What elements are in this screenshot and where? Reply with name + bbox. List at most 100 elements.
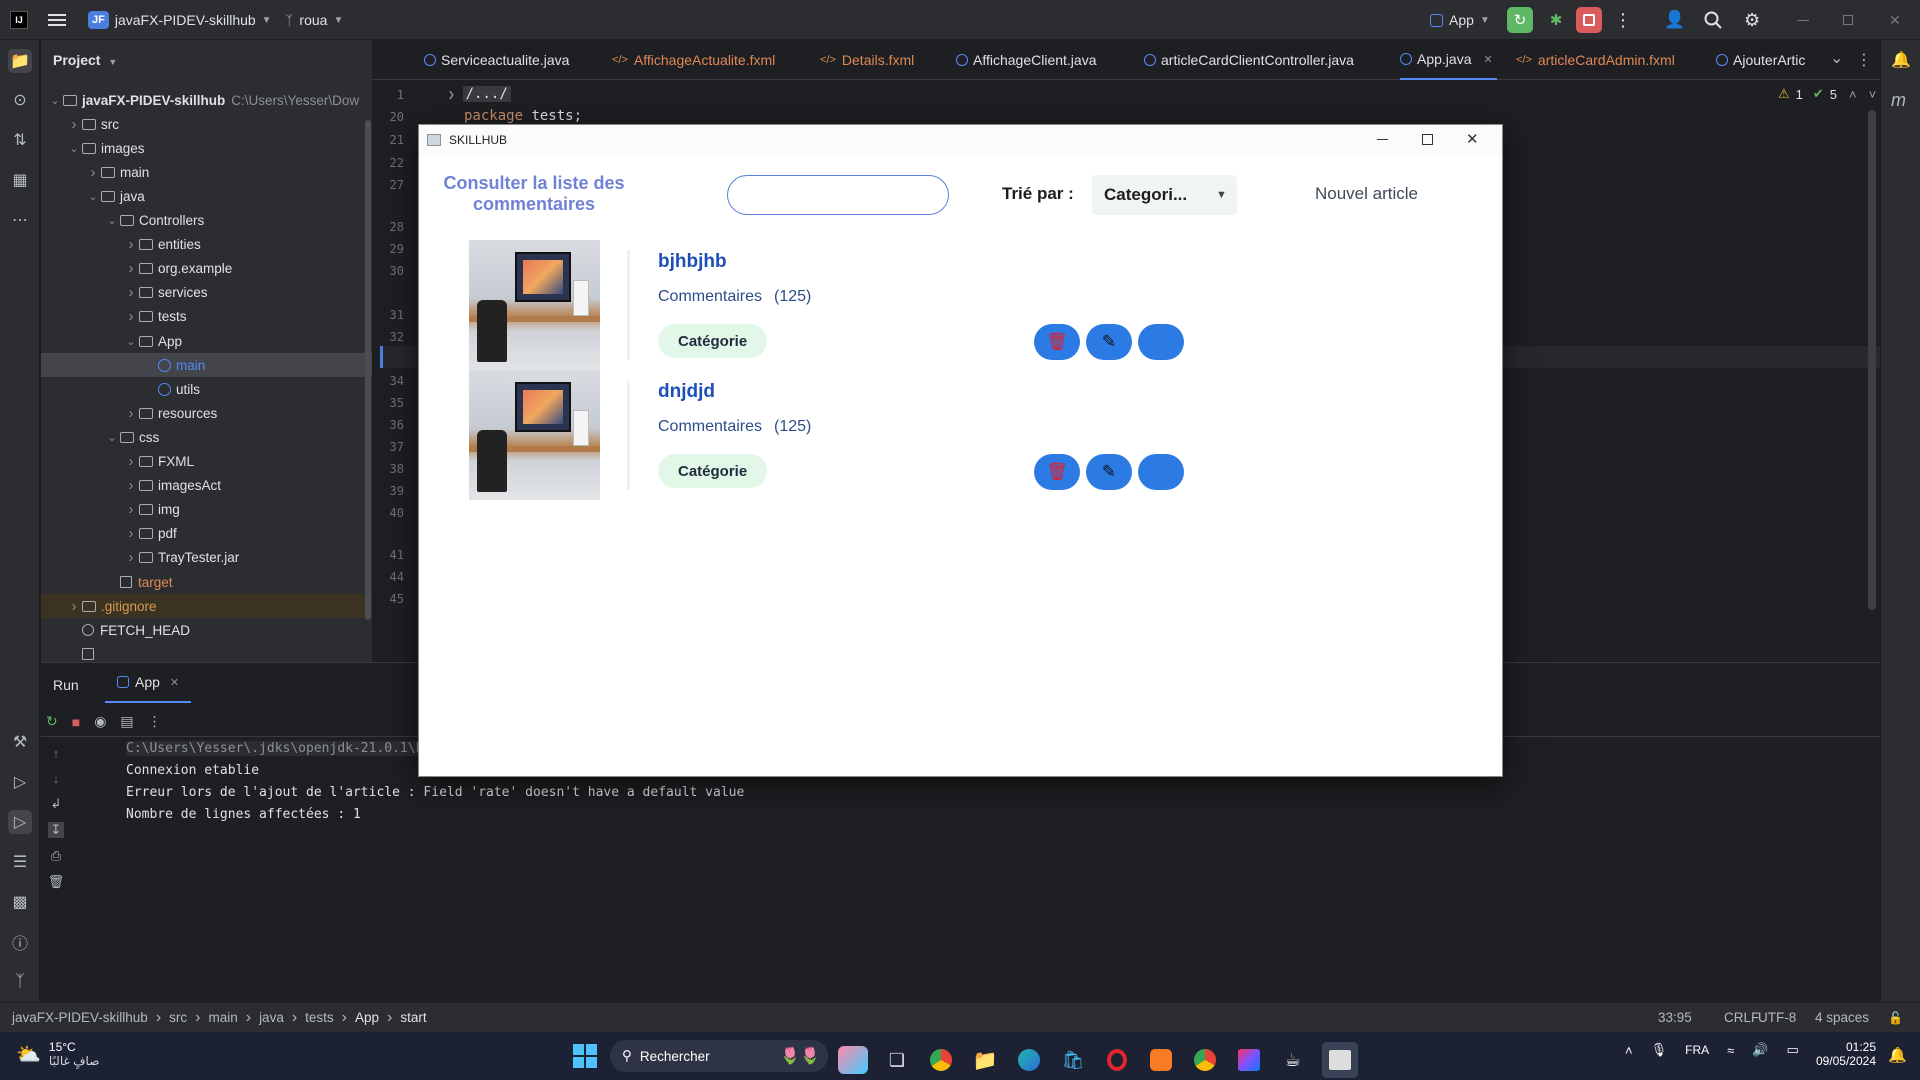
breadcrumb-item[interactable]: tests xyxy=(305,1010,334,1025)
breadcrumb-item[interactable]: java xyxy=(259,1010,284,1025)
tabs-menu-icon[interactable]: ⋮ xyxy=(1856,50,1872,70)
layers-icon[interactable]: ☰ xyxy=(8,850,32,874)
close-icon[interactable]: ✕ xyxy=(1466,130,1479,148)
article-title[interactable]: dnjdjd xyxy=(658,381,715,403)
chevron-right-icon[interactable]: › xyxy=(123,308,139,325)
more-actions-icon[interactable]: ⋮ xyxy=(1614,0,1632,40)
chevron-right-icon[interactable]: › xyxy=(123,477,139,494)
terminal-icon[interactable]: ▩ xyxy=(8,890,32,914)
line-separator[interactable]: CRLF xyxy=(1724,1010,1759,1025)
intellij-taskbar-icon[interactable] xyxy=(1234,1046,1264,1074)
close-tab-icon[interactable]: ✕ xyxy=(170,676,179,689)
tree-item[interactable]: utils xyxy=(41,377,372,401)
chrome-icon[interactable] xyxy=(926,1046,956,1074)
trash-icon[interactable]: 🗑 xyxy=(48,874,65,890)
tree-item[interactable]: › tests xyxy=(41,305,372,329)
tray-chevron-up-icon[interactable]: ˄ xyxy=(1625,1043,1633,1058)
chevron-right-icon[interactable]: › xyxy=(123,501,139,518)
editor-tab[interactable]: </> Details.fxml xyxy=(820,40,914,80)
tree-item[interactable]: › FXML xyxy=(41,450,372,474)
editor-tab[interactable]: </> articleCardAdmin.fxml xyxy=(1516,40,1675,80)
chevron-up-icon[interactable]: ˄ xyxy=(1849,87,1857,102)
scroll-up-icon[interactable]: ↑ xyxy=(53,746,60,761)
minimize-icon[interactable] xyxy=(1797,0,1809,40)
tabs-overflow-icon[interactable]: ⌄ xyxy=(1830,48,1843,68)
stop-icon[interactable]: ■ xyxy=(72,714,80,730)
search-icon[interactable] xyxy=(1704,0,1722,40)
folded-imports[interactable]: /.../ xyxy=(462,86,511,102)
tree-item[interactable]: main xyxy=(41,353,372,378)
chevron-right-icon[interactable]: › xyxy=(123,453,139,470)
chevron-right-icon[interactable]: › xyxy=(123,236,139,253)
breadcrumb-item[interactable]: javaFX-PIDEV-skillhub xyxy=(12,1010,148,1025)
run-panel-title[interactable]: Run xyxy=(53,677,79,693)
file-encoding[interactable]: UTF-8 xyxy=(1758,1010,1796,1025)
chevron-right-icon[interactable]: › xyxy=(66,598,82,615)
tree-item[interactable]: › .gitignore xyxy=(41,594,372,619)
new-article-button[interactable]: Nouvel article xyxy=(1315,184,1418,204)
camera-icon[interactable]: ◉ xyxy=(94,713,106,730)
notification-bell-icon[interactable]: 🔔 xyxy=(1888,1046,1907,1064)
comments-label[interactable]: Commentaires xyxy=(658,418,762,435)
tree-item[interactable]: ⌄ images xyxy=(41,136,372,160)
details-button[interactable] xyxy=(1138,324,1184,360)
details-button[interactable] xyxy=(1138,454,1184,490)
restore-layout-icon[interactable]: ▤ xyxy=(120,713,133,730)
wifi-icon[interactable]: ≈ xyxy=(1727,1043,1734,1058)
chrome-profile-icon[interactable] xyxy=(1190,1046,1220,1074)
editor-tab[interactable]: Serviceactualite.java xyxy=(424,40,569,80)
breadcrumb-item[interactable]: src xyxy=(169,1010,187,1025)
maximize-icon[interactable] xyxy=(1422,134,1433,145)
tree-item[interactable]: › imagesAct xyxy=(41,474,372,498)
run-app-tab[interactable]: App ✕ xyxy=(105,663,192,703)
volume-icon[interactable]: 🔊 xyxy=(1752,1042,1768,1058)
copilot-app-icon[interactable] xyxy=(838,1046,868,1074)
run-tool-icon[interactable]: ▷ xyxy=(8,810,32,834)
chevron-down-icon[interactable]: ⌄ xyxy=(85,190,101,203)
xampp-icon[interactable] xyxy=(1146,1046,1176,1074)
git-icon[interactable]: ᛉ xyxy=(8,970,32,994)
tree-item[interactable]: › entities xyxy=(41,233,372,257)
run-config-selector[interactable]: App ▼ xyxy=(1430,0,1490,40)
tree-item[interactable]: › org.example xyxy=(41,257,372,281)
lock-icon[interactable]: 🔓 xyxy=(1888,1011,1903,1025)
editor-tab[interactable]: articleCardClientController.java xyxy=(1144,40,1354,80)
breadcrumb-item[interactable]: start xyxy=(400,1010,426,1025)
battery-icon[interactable]: ▭ xyxy=(1786,1042,1798,1058)
chevron-right-icon[interactable]: › xyxy=(85,164,101,181)
start-windows-icon[interactable] xyxy=(573,1044,597,1068)
chevron-down-icon[interactable]: ˅ xyxy=(1869,87,1877,102)
microphone-icon[interactable]: 🎙 xyxy=(1651,1042,1668,1058)
chevron-right-icon[interactable]: › xyxy=(66,116,82,133)
stop-button[interactable] xyxy=(1576,0,1602,40)
add-user-icon[interactable]: 👤 xyxy=(1664,0,1685,40)
task-view-icon[interactable]: ❏ xyxy=(882,1046,912,1074)
scroll-to-end-icon[interactable]: ↧ xyxy=(47,822,65,838)
tree-scrollbar[interactable] xyxy=(365,120,371,620)
tree-item[interactable]: › services xyxy=(41,281,372,305)
tree-item[interactable]: › TrayTester.jar xyxy=(41,546,372,570)
indent-setting[interactable]: 4 spaces xyxy=(1815,1010,1869,1025)
pull-request-icon[interactable]: ⇅ xyxy=(8,128,32,152)
chevron-down-icon[interactable]: ⌄ xyxy=(123,335,139,348)
tree-item[interactable]: target xyxy=(41,570,372,594)
project-switcher[interactable]: JF javaFX-PIDEV-skillhub ▼ xyxy=(88,0,272,40)
debug-button[interactable]: ✱ xyxy=(1544,0,1568,40)
tree-item[interactable]: ⌄ css xyxy=(41,425,372,449)
chevron-right-icon[interactable]: › xyxy=(123,284,139,301)
tree-item[interactable]: › pdf xyxy=(41,522,372,546)
inspection-widget[interactable]: ⚠ 1 ✔ 5 ˄ ˅ xyxy=(1778,86,1876,102)
comments-label[interactable]: Commentaires xyxy=(658,288,762,305)
search-input[interactable] xyxy=(727,175,949,215)
edit-button[interactable]: ✎ xyxy=(1086,324,1132,360)
settings-gear-icon[interactable]: ⚙ xyxy=(1744,0,1760,40)
intellij-logo-icon[interactable]: IJ xyxy=(10,0,28,40)
tree-item[interactable]: ⌄ java xyxy=(41,184,372,208)
chevron-right-icon[interactable]: › xyxy=(123,260,139,277)
chevron-down-icon[interactable]: ⌄ xyxy=(104,214,120,227)
notifications-bell-icon[interactable]: 🔔 xyxy=(1891,50,1911,70)
main-menu-icon[interactable] xyxy=(48,0,66,40)
print-icon[interactable]: ⎙ xyxy=(51,848,61,864)
delete-button[interactable]: 🗑 xyxy=(1034,324,1080,360)
structure-icon[interactable]: ▦ xyxy=(8,168,32,192)
